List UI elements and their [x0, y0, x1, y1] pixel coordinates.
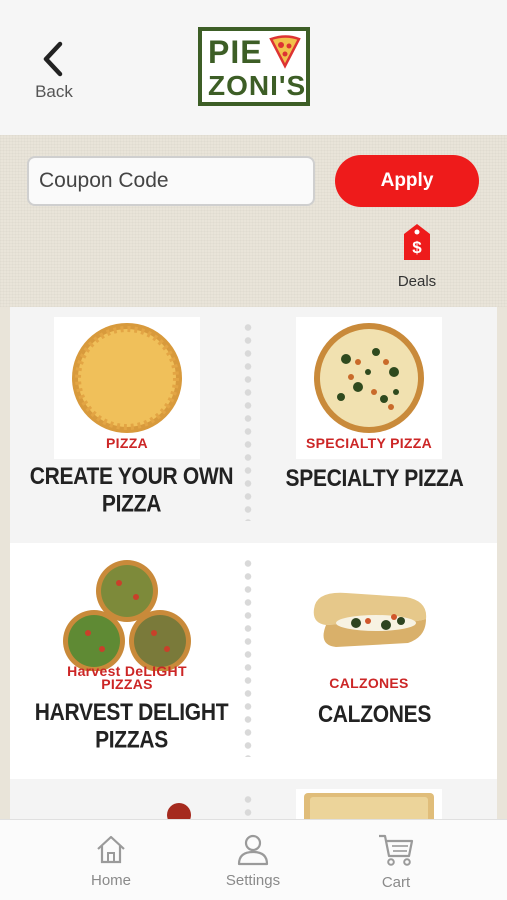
tab-home[interactable]: Home — [61, 820, 161, 900]
menu-row: PIZZA CREATE YOUR OWN PIZZA SPECIALTY PI… — [10, 307, 497, 543]
tab-settings[interactable]: Settings — [203, 820, 303, 900]
item-title: HARVEST DELIGHT PIZZAS — [34, 699, 229, 754]
logo-text-line1: PIE — [208, 34, 263, 70]
flatbread-image — [296, 789, 442, 819]
specialty-pizza-image: SPECIALTY PIZZA — [296, 317, 442, 459]
logo-text-line2: ZONI'S — [208, 70, 307, 101]
breadsticks-image — [54, 789, 200, 819]
home-icon — [97, 835, 125, 864]
menu-row-partial — [10, 779, 497, 819]
chevron-left-icon — [22, 38, 86, 78]
harvest-pizzas-image: Harvest DeLIGHT PIZZAS — [54, 553, 200, 695]
dotted-divider — [244, 321, 252, 521]
menu-item-create-your-own-pizza[interactable]: PIZZA CREATE YOUR OWN PIZZA — [10, 307, 253, 543]
thumb-label: SPECIALTY PIZZA — [305, 435, 433, 451]
coupon-code-input[interactable] — [27, 156, 315, 206]
tab-cart[interactable]: Cart — [346, 820, 446, 900]
dotted-divider — [244, 557, 252, 757]
app-header: Back PIE ZONI'S — [0, 0, 507, 135]
back-button[interactable]: Back — [22, 38, 86, 108]
apply-button[interactable]: Apply — [335, 155, 479, 207]
item-title: CALZONES — [317, 701, 432, 728]
deals-label: Deals — [397, 273, 437, 290]
item-title: CREATE YOUR OWN PIZZA — [29, 463, 234, 518]
menu-item-calzones[interactable]: CALZONES CALZONES — [253, 543, 496, 779]
item-title: SPECIALTY PIZZA — [285, 465, 464, 492]
calzone-image: CALZONES — [296, 553, 442, 695]
tab-label: Cart — [381, 874, 411, 891]
cart-icon — [379, 834, 414, 866]
deals-button[interactable]: $ Deals — [394, 222, 440, 296]
tab-label: Settings — [225, 872, 281, 889]
thumb-label: Harvest DeLIGHT PIZZAS — [54, 664, 200, 692]
menu-item-partial[interactable] — [10, 779, 253, 819]
thumb-label: PIZZA — [106, 435, 148, 451]
bottom-tab-bar: Home Settings Cart — [0, 819, 507, 900]
dollar-symbol: $ — [412, 238, 422, 257]
menu-item-partial[interactable] — [253, 779, 496, 819]
dotted-divider — [244, 793, 252, 819]
brand-logo: PIE ZONI'S — [198, 27, 310, 106]
menu-row: Harvest DeLIGHT PIZZAS HARVEST DELIGHT P… — [10, 543, 497, 779]
pizza-slice-icon — [268, 35, 302, 74]
pizza-image: PIZZA — [54, 317, 200, 459]
tab-label: Home — [90, 872, 131, 889]
user-icon — [237, 834, 269, 866]
thumb-label-line2: PIZZAS — [101, 676, 153, 692]
back-label: Back — [35, 82, 73, 101]
thumb-label: CALZONES — [329, 675, 409, 691]
price-tag-icon: $ — [394, 222, 440, 267]
menu-item-specialty-pizza[interactable]: SPECIALTY PIZZA SPECIALTY PIZZA — [253, 307, 496, 543]
menu-item-harvest-delight-pizzas[interactable]: Harvest DeLIGHT PIZZAS HARVEST DELIGHT P… — [10, 543, 253, 779]
